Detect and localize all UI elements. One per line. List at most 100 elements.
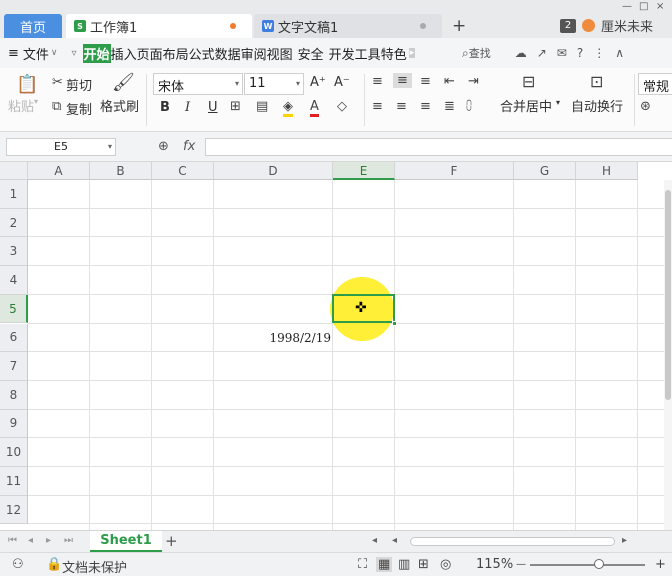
font-name-select[interactable]: 宋体 ▾ — [153, 73, 243, 95]
scroll-right-icon[interactable]: ▸ — [408, 48, 416, 58]
row-header-3[interactable]: 3 — [0, 237, 28, 267]
row-header-11[interactable]: 11 — [0, 467, 28, 496]
insert-function-button[interactable]: fx — [183, 139, 195, 154]
distributed-icon[interactable]: ⩇ — [466, 99, 472, 114]
name-box[interactable]: E5 ▾ — [6, 138, 116, 156]
column-header-g[interactable]: G — [514, 162, 576, 180]
column-header-e[interactable]: E — [333, 162, 395, 180]
zoom-level[interactable]: 115% — [476, 557, 513, 572]
row-header-1[interactable]: 1 — [0, 180, 28, 209]
align-top-icon[interactable]: ≡ — [372, 74, 383, 89]
page-break-view-icon[interactable]: ⊞ — [418, 557, 429, 572]
cell-style-icon[interactable]: ▤ — [256, 99, 268, 114]
menu-tab-developer[interactable]: 开发工具 — [329, 44, 381, 63]
column-header-a[interactable]: A — [28, 162, 90, 180]
column-header-h[interactable]: H — [576, 162, 638, 180]
zoom-in-button[interactable]: + — [655, 557, 666, 572]
scrollbar-thumb[interactable] — [665, 190, 671, 400]
sheet-tab-sheet1[interactable]: Sheet1 — [90, 531, 162, 552]
prev-sheet-icon[interactable]: ◂ — [28, 535, 33, 546]
copy-button[interactable]: 复制 — [66, 99, 92, 118]
cloud-icon[interactable]: ☁ — [515, 46, 527, 60]
font-color-icon[interactable]: A — [310, 99, 319, 117]
italic-button[interactable]: I — [185, 100, 190, 115]
close-icon[interactable]: × — [656, 1, 664, 12]
tab-workbook[interactable]: S 工作簿1 — [66, 14, 252, 38]
fill-handle[interactable] — [392, 320, 397, 326]
wrap-text-button[interactable]: 自动换行 — [571, 96, 623, 115]
paste-icon[interactable]: 📋 — [16, 74, 38, 95]
row-header-6[interactable]: 6 — [0, 323, 28, 353]
menu-tab-special[interactable]: 特色 — [381, 44, 407, 63]
avatar[interactable] — [582, 19, 595, 32]
row-header-5[interactable]: 5 — [0, 294, 28, 324]
more-icon[interactable]: ⋮ — [593, 46, 605, 60]
add-tab-button[interactable]: + — [452, 16, 466, 36]
font-size-select[interactable]: 11 ▾ — [244, 73, 304, 95]
column-header-f[interactable]: F — [395, 162, 514, 180]
help-icon[interactable]: ? — [577, 46, 583, 60]
menu-tab-formulas[interactable]: 公式 — [189, 44, 215, 63]
maximize-icon[interactable]: □ — [639, 1, 648, 12]
row-header-4[interactable]: 4 — [0, 266, 28, 295]
first-sheet-icon[interactable]: ⏮ — [8, 535, 17, 546]
menu-file[interactable]: 文件 — [23, 44, 49, 63]
select-all-corner[interactable] — [0, 162, 28, 180]
align-middle-icon[interactable]: ≡ — [393, 73, 412, 88]
eye-protection-icon[interactable]: ◎ — [440, 557, 451, 572]
vertical-scrollbar[interactable] — [664, 180, 672, 530]
zoom-slider-handle[interactable] — [594, 559, 604, 569]
align-bottom-icon[interactable]: ≡ — [420, 74, 431, 89]
page-layout-view-icon[interactable]: ▥ — [398, 557, 410, 572]
format-painter-button[interactable]: 格式刷 — [100, 96, 139, 115]
chevron-down-icon[interactable]: ▾ — [34, 97, 38, 106]
column-header-c[interactable]: C — [152, 162, 214, 180]
fill-color-icon[interactable]: ◈ — [283, 99, 293, 117]
increase-indent-icon[interactable]: ⇥ — [468, 74, 479, 89]
paste-button[interactable]: 粘贴 — [8, 96, 34, 115]
row-header-7[interactable]: 7 — [0, 352, 28, 381]
column-header-b[interactable]: B — [90, 162, 152, 180]
row-header-2[interactable]: 2 — [0, 208, 28, 238]
share-icon[interactable]: ↗ — [537, 46, 547, 60]
row-header-10[interactable]: 10 — [0, 438, 28, 467]
mail-icon[interactable]: ✉ — [557, 46, 567, 60]
column-header-d[interactable]: D — [214, 162, 333, 180]
row-header-8[interactable]: 8 — [0, 380, 28, 410]
eraser-icon[interactable]: ◇ — [337, 99, 347, 114]
protection-status[interactable]: 文档未保护 — [62, 557, 127, 576]
border-icon[interactable]: ⊞ — [230, 99, 241, 114]
bold-button[interactable]: B — [160, 100, 170, 115]
next-sheet-icon[interactable]: ▸ — [46, 535, 51, 546]
justify-icon[interactable]: ≣ — [444, 99, 455, 114]
align-right-icon[interactable]: ≡ — [420, 99, 431, 114]
cell-d6[interactable]: 1998/2/19 — [214, 331, 331, 345]
horizontal-scrollbar[interactable] — [410, 537, 615, 546]
scroll-right-icon[interactable]: ▸ — [622, 535, 627, 546]
row-header-12[interactable]: 12 — [0, 495, 28, 525]
menu-tab-data[interactable]: 数据 — [215, 44, 241, 63]
chevron-down-icon[interactable]: ▾ — [556, 98, 560, 107]
user-name[interactable]: 厘米未来 — [601, 16, 653, 35]
merge-center-button[interactable]: 合并居中 — [500, 96, 552, 115]
add-sheet-button[interactable]: + — [165, 532, 178, 550]
zoom-slider[interactable] — [530, 564, 645, 566]
shrink-font-button[interactable]: A⁻ — [334, 75, 350, 90]
cut-button[interactable]: 剪切 — [66, 75, 92, 94]
underline-button[interactable]: U — [208, 100, 218, 115]
last-sheet-icon[interactable]: ⏭ — [64, 535, 73, 546]
number-format-select[interactable]: 常规 — [638, 73, 672, 95]
scroll-left-icon[interactable]: ◂ — [372, 535, 377, 546]
normal-view-icon[interactable]: ▦ — [376, 557, 393, 572]
row-header-9[interactable]: 9 — [0, 409, 28, 439]
window-count-badge[interactable]: 2 — [560, 18, 576, 33]
menu-tab-review[interactable]: 审阅 — [241, 44, 267, 63]
align-left-icon[interactable]: ≡ — [372, 99, 383, 114]
tab-document[interactable]: W 文字文稿1 — [254, 14, 442, 38]
zoom-out-button[interactable]: — — [516, 559, 526, 570]
menu-tab-home[interactable]: 开始 — [82, 43, 111, 63]
collapse-ribbon-icon[interactable]: ∧ — [615, 46, 624, 60]
hamburger-icon[interactable]: ≡ — [8, 46, 19, 61]
minimize-icon[interactable]: — — [622, 1, 632, 12]
grow-font-button[interactable]: A⁺ — [310, 75, 326, 90]
